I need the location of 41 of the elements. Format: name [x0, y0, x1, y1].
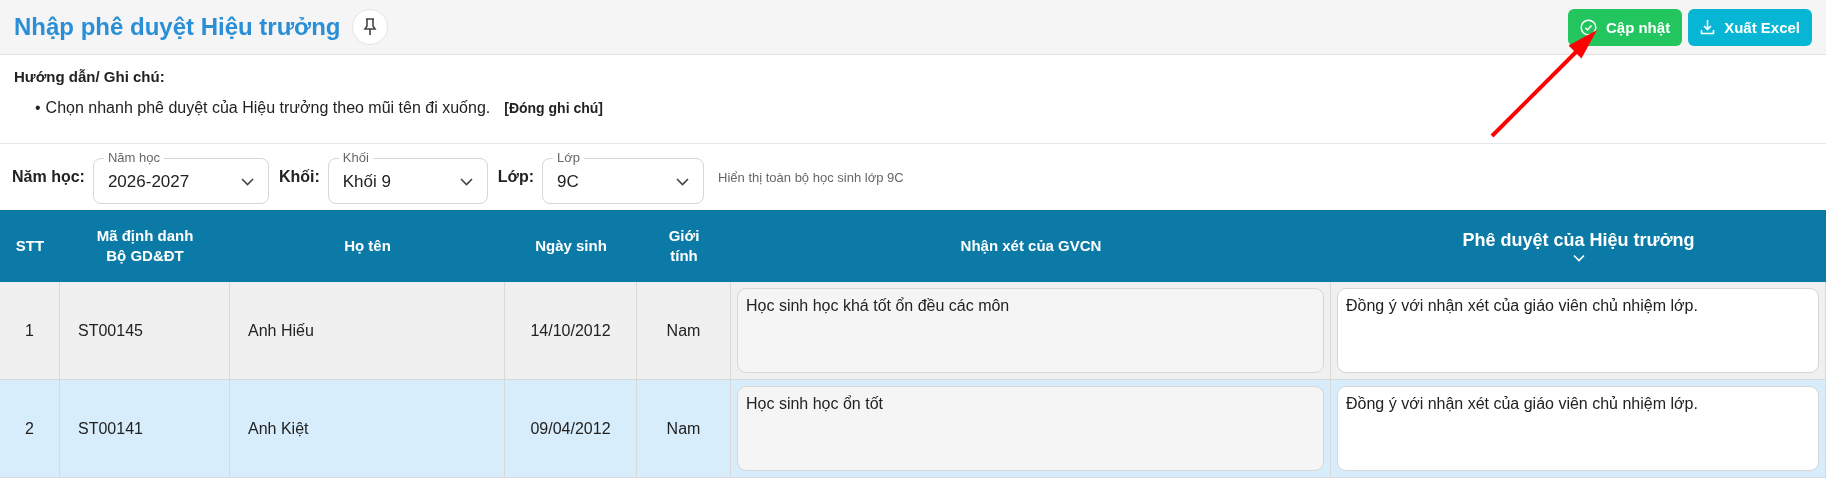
pin-icon — [363, 18, 378, 36]
note-text: Chọn nhanh phê duyệt của Hiệu trưởng theo mũi tên đi xuống. — [45, 99, 491, 117]
table-cell: Nam — [637, 282, 731, 380]
approval-field[interactable]: Đồng ý với nhận xét của giáo viên chủ nhiệm lớp. — [1337, 386, 1819, 471]
filter-hint: Hiển thị toàn bộ học sinh lớp 9C — [718, 169, 904, 185]
column-header: Ngày sinh — [505, 210, 637, 282]
column-header: Họ tên — [230, 210, 505, 282]
filter-label: Năm học: — [12, 168, 85, 186]
column-header[interactable]: Phê duyệt của Hiệu trưởng — [1331, 210, 1826, 282]
page-title: Nhập phê duyệt Hiệu trưởng — [14, 13, 341, 41]
column-header: Mã định danh Bộ GD&ĐT — [60, 210, 230, 282]
download-icon — [1700, 19, 1716, 35]
pin-button[interactable] — [352, 9, 389, 45]
table-cell: 2 — [0, 380, 60, 478]
school-year-select[interactable]: Năm học 2026-2027 — [92, 150, 269, 204]
chevron-down-icon — [676, 177, 690, 186]
column-header: Nhận xét của GVCN — [731, 210, 1331, 282]
chevron-down-icon — [240, 177, 254, 186]
close-notes-link[interactable]: [Đóng ghi chú] — [504, 100, 603, 116]
approval-field[interactable]: Đồng ý với nhận xét của giáo viên chủ nhiệm lớp. — [1337, 288, 1819, 373]
table-cell: ST00145 — [60, 282, 230, 380]
column-header: Giới tính — [637, 210, 731, 282]
teacher-comment-field[interactable]: Học sinh học ổn tốt — [737, 386, 1324, 471]
table-cell: Nam — [637, 380, 731, 478]
teacher-comment-field[interactable]: Học sinh học khá tốt ổn đều các môn — [737, 288, 1324, 373]
chevron-down-icon — [459, 177, 473, 186]
filter-label: Lớp: — [497, 168, 535, 186]
filter-label: Khối: — [278, 168, 320, 186]
check-circle-icon — [1579, 18, 1597, 36]
notes-heading: Hướng dẫn/ Ghi chú: — [14, 68, 165, 85]
table-cell: Anh Hiếu — [230, 282, 505, 380]
table-cell: Anh Kiệt — [230, 380, 505, 478]
column-header: STT — [0, 210, 60, 282]
table-cell: ST00141 — [60, 380, 230, 478]
table-cell: 09/04/2012 — [505, 380, 637, 478]
chevron-down-icon — [1572, 254, 1585, 262]
table-cell: 1 — [0, 282, 60, 380]
class-select[interactable]: Lớp 9C — [542, 150, 705, 204]
table-cell: 14/10/2012 — [505, 282, 637, 380]
grade-select[interactable]: Khối Khối 9 — [327, 150, 488, 204]
bullet: • — [35, 99, 41, 117]
